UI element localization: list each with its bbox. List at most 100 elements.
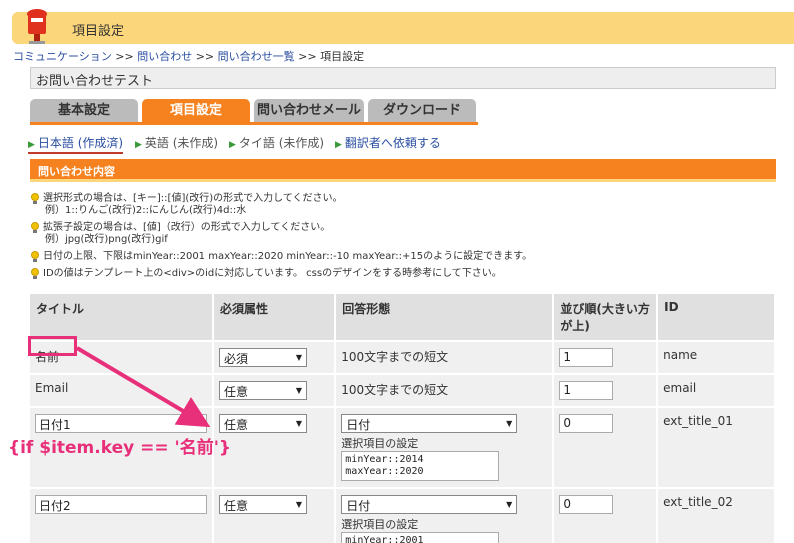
select-value: 日付 (346, 499, 371, 513)
row-id: email (657, 374, 776, 408)
select-value: 任意 (224, 418, 249, 432)
select-value: 日付 (346, 418, 371, 432)
hint-text: IDの値はテンプレート上の<div>のidに対応しています。 cssのデザインを… (43, 268, 502, 279)
hint-list: 選択形式の場合は、[キー]::[値](改行)の形式で入力してください。 例）1:… (30, 193, 776, 285)
hint-example: 例）1::りんご(改行)2::にんじん(改行)4d::水 (45, 205, 247, 216)
item-settings-table: タイトル 必須属性 回答形態 並び順(大きい方が上) ID 名前 必須 ▼ 100… (30, 294, 776, 543)
breadcrumb-separator: >> (111, 50, 138, 63)
row-title: 日付2 (30, 488, 214, 543)
table-row: 名前 必須 ▼ 100文字までの短文 1 name (30, 341, 776, 375)
setting-textarea[interactable]: minYear::2001 maxYear::2020 (341, 532, 500, 543)
tab-download[interactable]: ダウンロード (368, 99, 476, 123)
lang-label: タイ語 (未作成) (238, 136, 325, 150)
page-title: 項目設定 (72, 24, 125, 39)
dropdown-arrow-icon: ▼ (506, 500, 513, 509)
select-value: 任意 (224, 385, 249, 399)
setting-textarea[interactable]: minYear::2014 maxYear::2020 (341, 451, 500, 481)
col-answer-type: 回答形態 (335, 294, 555, 342)
breadcrumb-inquiry-list[interactable]: 問い合わせ一覧 (218, 50, 295, 63)
breadcrumb-separator: >> (294, 50, 321, 63)
select-value: 任意 (224, 499, 249, 513)
row-id: name (657, 341, 776, 375)
page-header: 項目設定 (12, 9, 794, 44)
table-row: 日付2 任意 ▼ 日付 ▼ 選択項目の設定 minYear::2001 maxYea… (30, 488, 776, 543)
hint-text: 拡張子設定の場合は、[値]（改行）の形式で入力してください。 (43, 222, 331, 233)
lang-label: 日本語 (作成済) (37, 136, 124, 150)
request-translator-link[interactable]: ▶ 翻訳者へ依頼する (335, 134, 441, 151)
dropdown-arrow-icon: ▼ (295, 419, 302, 428)
hint-item: 拡張子設定の場合は、[値]（改行）の形式で入力してください。 例）jpg(改行)… (30, 222, 776, 246)
form-name: お問い合わせテスト (30, 67, 776, 89)
hint-text: 日付の上限、下限はminYear::2001 maxYear::2020 min… (43, 251, 533, 262)
required-select[interactable]: 任意 ▼ (219, 414, 307, 433)
row-answer-type: 100文字までの短文 (335, 341, 555, 375)
lang-label: 翻訳者へ依頼する (344, 136, 441, 150)
setting-label: 選択項目の設定 (341, 518, 419, 531)
row-title: Email (30, 374, 214, 408)
row-order: 1 (553, 341, 659, 375)
order-input[interactable]: 0 (559, 495, 614, 514)
breadcrumb-current: 項目設定 (320, 50, 365, 63)
required-select[interactable]: 任意 ▼ (219, 495, 307, 514)
arrow-right-icon: ▶ (229, 140, 236, 150)
row-id: ext_title_01 (657, 407, 776, 489)
lang-label: 英語 (未作成) (144, 136, 219, 150)
lightbulb-icon (30, 222, 40, 233)
hint-item: 日付の上限、下限はminYear::2001 maxYear::2020 min… (30, 251, 776, 263)
hint-item: 選択形式の場合は、[キー]::[値](改行)の形式で入力してください。 例）1:… (30, 193, 776, 217)
lang-english[interactable]: ▶ 英語 (未作成) (135, 134, 218, 151)
row-required: 必須 ▼ (213, 341, 337, 375)
arrow-right-icon: ▶ (335, 140, 342, 150)
col-title: タイトル (30, 294, 214, 342)
dropdown-arrow-icon: ▼ (295, 353, 302, 362)
answer-type-select[interactable]: 日付 ▼ (341, 495, 518, 514)
lightbulb-icon (30, 268, 40, 279)
breadcrumb: コミュニケーション >> 問い合わせ >> 問い合わせ一覧 >> 項目設定 (13, 48, 364, 64)
breadcrumb-communication[interactable]: コミュニケーション (13, 50, 112, 63)
order-input[interactable]: 0 (559, 414, 614, 433)
order-input[interactable]: 1 (559, 348, 614, 367)
answer-type-select[interactable]: 日付 ▼ (341, 414, 518, 433)
row-answer-type: 100文字までの短文 (335, 374, 555, 408)
row-order: 0 (553, 407, 659, 489)
annotation-highlight-box (28, 336, 77, 356)
col-id: ID (657, 294, 776, 342)
section-title: 問い合わせ内容 (38, 165, 115, 178)
required-select[interactable]: 任意 ▼ (219, 381, 307, 400)
table-row: Email 任意 ▼ 100文字までの短文 1 email (30, 374, 776, 408)
section-divider (30, 179, 776, 182)
hint-item: IDの値はテンプレート上の<div>のidに対応しています。 cssのデザインを… (30, 268, 776, 280)
title-text: Email (35, 381, 69, 395)
required-select[interactable]: 必須 ▼ (219, 348, 307, 367)
setting-label: 選択項目の設定 (341, 437, 419, 450)
select-value: 必須 (224, 352, 249, 366)
dropdown-arrow-icon: ▼ (506, 419, 513, 428)
tab-underline (30, 122, 478, 125)
order-input[interactable]: 1 (559, 381, 614, 400)
annotation-text: {if $item.key == '名前'} (8, 438, 232, 458)
dropdown-arrow-icon: ▼ (295, 500, 302, 509)
title-input[interactable]: 日付1 (35, 414, 207, 433)
row-id: ext_title_02 (657, 488, 776, 543)
breadcrumb-separator: >> (192, 50, 218, 63)
hint-text: 選択形式の場合は、[キー]::[値](改行)の形式で入力してください。 (43, 193, 343, 204)
title-input[interactable]: 日付2 (35, 495, 207, 514)
tab-basic-settings[interactable]: 基本設定 (30, 99, 138, 123)
col-required: 必須属性 (213, 294, 337, 342)
row-answer-type: 日付 ▼ 選択項目の設定 minYear::2001 maxYear::2020 (335, 488, 555, 543)
row-required: 任意 ▼ (213, 407, 337, 489)
tab-item-settings[interactable]: 項目設定 (142, 99, 250, 123)
arrow-right-icon: ▶ (135, 140, 142, 150)
tab-inquiry-mail[interactable]: 問い合わせメール (254, 99, 364, 123)
row-required: 任意 ▼ (213, 374, 337, 408)
arrow-right-icon: ▶ (28, 140, 35, 150)
lang-japanese[interactable]: ▶ 日本語 (作成済) (28, 134, 124, 154)
lang-thai[interactable]: ▶ タイ語 (未作成) (229, 134, 324, 151)
mailbox-icon (27, 9, 47, 44)
hint-example: 例）jpg(改行)png(改行)gif (45, 234, 168, 245)
col-order: 並び順(大きい方が上) (553, 294, 659, 342)
breadcrumb-inquiry[interactable]: 問い合わせ (137, 50, 192, 63)
row-required: 任意 ▼ (213, 488, 337, 543)
lightbulb-icon (30, 193, 40, 204)
lightbulb-icon (30, 251, 40, 262)
